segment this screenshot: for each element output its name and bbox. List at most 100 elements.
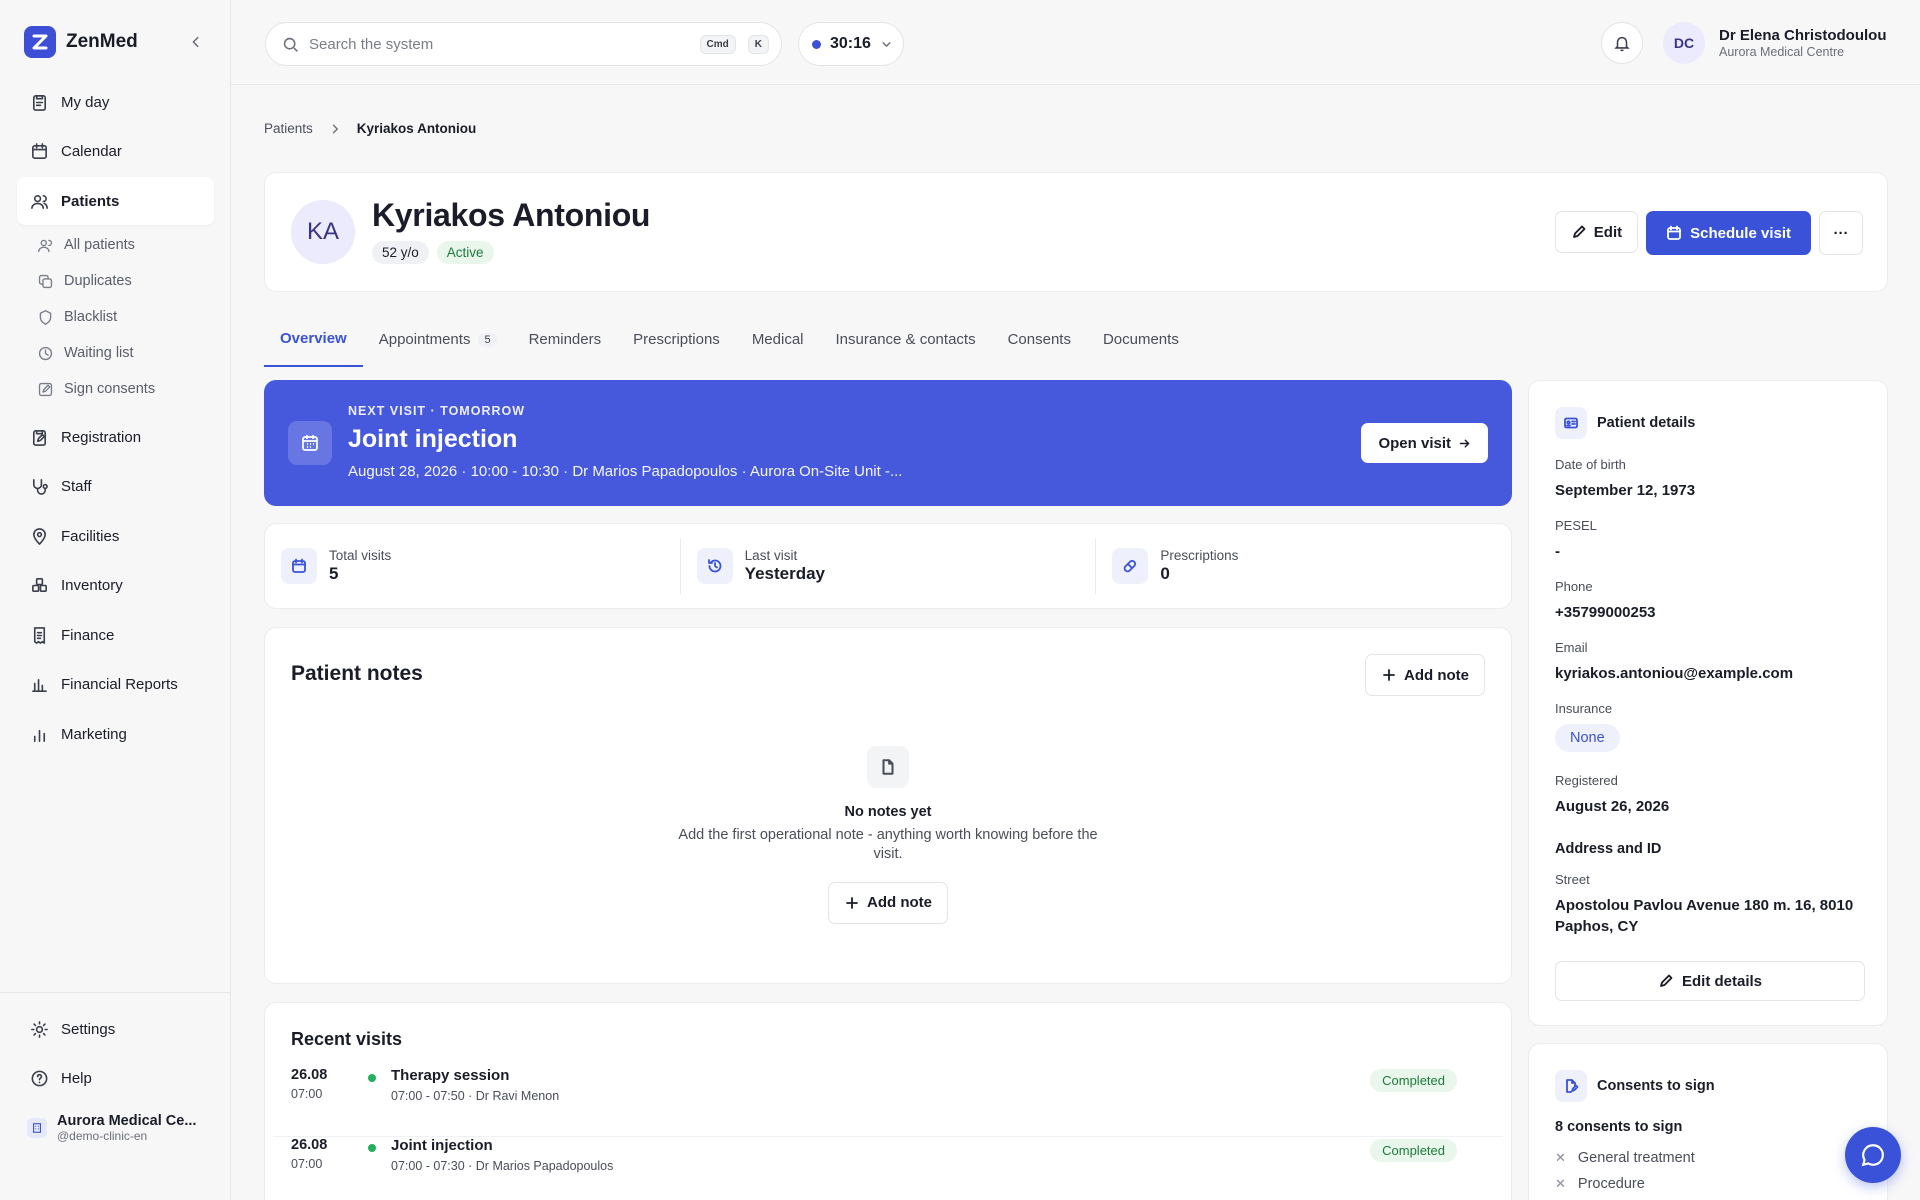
calendar-icon [288, 421, 332, 465]
stat-prescriptions: Prescriptions 0 [1096, 538, 1511, 594]
timer-status-dot [812, 39, 821, 49]
avatar: DC [1663, 22, 1705, 64]
subnav-label: Waiting list [64, 345, 134, 361]
visit-time: 07:00 [291, 1087, 323, 1101]
schedule-label: Schedule visit [1690, 224, 1791, 242]
timer-value: 30:16 [830, 35, 871, 52]
consent-item[interactable]: ✕ Procedure [1555, 1171, 1695, 1197]
session-timer[interactable]: 30:16 [798, 22, 904, 66]
global-search[interactable]: Search the system Cmd K [265, 22, 782, 66]
appointments-count-badge: 5 [478, 332, 497, 347]
nav-item-financial-reports[interactable]: Financial Reports [17, 661, 214, 709]
nav-item-patients[interactable]: Patients [17, 177, 214, 225]
field-label: Email [1555, 640, 1588, 655]
nav-item-calendar[interactable]: Calendar [17, 128, 214, 176]
plus-icon [1383, 669, 1395, 681]
nav-label: Marketing [61, 725, 127, 743]
stat-label: Prescriptions [1160, 548, 1239, 563]
edit-details-label: Edit details [1681, 972, 1763, 990]
edit-patient-button[interactable]: Edit [1554, 211, 1639, 253]
age-badge: 52 y/o [372, 241, 429, 264]
field-label: Registered [1555, 773, 1618, 788]
chat-bubble-icon [1861, 1144, 1884, 1167]
subnav-sign-consents[interactable]: Sign consents [17, 371, 214, 407]
tab-documents[interactable]: Documents [1087, 323, 1195, 367]
subnav-label: Duplicates [64, 273, 132, 289]
bell-icon [1614, 36, 1630, 52]
visit-row[interactable]: 26.08 07:00 Joint injection 07:00 - 07:3… [273, 1137, 1503, 1200]
shield-icon [39, 309, 52, 325]
stat-value: 0 [1160, 564, 1170, 583]
subnav-waiting-list[interactable]: Waiting list [17, 335, 214, 371]
subnav-all-patients[interactable]: All patients [17, 227, 214, 263]
nav-label: My day [61, 93, 110, 111]
nav-item-inventory[interactable]: Inventory [17, 562, 214, 610]
subnav-label: All patients [64, 237, 135, 253]
app-logo[interactable]: ZenMed [24, 26, 138, 58]
visit-row[interactable]: 26.08 07:00 Therapy session 07:00 - 07:5… [273, 1067, 1503, 1137]
schedule-visit-button[interactable]: Schedule visit [1646, 211, 1811, 255]
tab-label: Overview [280, 330, 347, 347]
patient-header: KA Kyriakos Antoniou 52 y/o Active Edit … [264, 172, 1888, 292]
tab-appointments[interactable]: Appointments 5 [363, 323, 513, 367]
notifications-button[interactable] [1601, 22, 1643, 64]
user-menu[interactable]: DC Dr Elena Christodoulou Aurora Medical… [1663, 22, 1887, 64]
boxes-icon [32, 578, 47, 593]
visit-meta: 07:00 - 07:30 · Dr Marios Papadopoulos [391, 1159, 614, 1173]
tab-insurance-contacts[interactable]: Insurance & contacts [820, 323, 992, 367]
nav-item-help[interactable]: Help [17, 1055, 214, 1103]
topbar: Search the system Cmd K 30:16 DC Dr Elen… [231, 0, 1920, 85]
subnav-label: Sign consents [64, 381, 156, 397]
nav-item-finance[interactable]: Finance [17, 611, 214, 659]
add-note-button[interactable]: Add note [1365, 654, 1485, 696]
patient-avatar: KA [291, 200, 355, 264]
patient-notes-card: Patient notes Add note No notes yet Add … [264, 627, 1512, 984]
tab-overview[interactable]: Overview [264, 323, 363, 367]
copy-icon [38, 274, 53, 288]
clipboard-icon [32, 94, 47, 111]
consent-label: Procedure [1577, 1176, 1645, 1192]
breadcrumb-patients-link[interactable]: Patients [264, 121, 313, 136]
history-icon [696, 548, 733, 584]
chat-button[interactable] [1845, 1127, 1901, 1183]
receipt-icon [33, 626, 46, 644]
tab-prescriptions[interactable]: Prescriptions [617, 323, 736, 367]
subnav-blacklist[interactable]: Blacklist [17, 299, 214, 335]
consent-item[interactable]: ✕ General treatment [1555, 1145, 1695, 1171]
field-pesel: PESEL - [1555, 518, 1865, 562]
card-title: Patient details [1597, 415, 1696, 431]
next-visit-meta: August 28, 2026 · 10:00 - 10:30 · Dr Mar… [348, 463, 903, 480]
nav-item-my-day[interactable]: My day [17, 78, 214, 126]
nav-item-staff[interactable]: Staff [17, 463, 214, 511]
collapse-sidebar-chevron-left-icon[interactable] [186, 32, 206, 52]
add-first-note-button[interactable]: Add note [828, 881, 948, 924]
chevron-down-icon [882, 41, 891, 47]
open-visit-button[interactable]: Open visit [1361, 423, 1488, 463]
tab-medical[interactable]: Medical [736, 323, 820, 367]
patient-tabs: Overview Appointments 5 Reminders Prescri… [264, 323, 1888, 367]
nav-item-facilities[interactable]: Facilities [17, 512, 214, 560]
shortcut-k-key: K [747, 34, 769, 54]
status-badge: Completed [1370, 1069, 1457, 1092]
more-actions-button[interactable]: ··· [1819, 211, 1863, 255]
nav-item-marketing[interactable]: Marketing [17, 710, 214, 758]
edit-label: Edit [1593, 223, 1623, 241]
shortcut-cmd-key: Cmd [699, 34, 736, 54]
edit-details-button[interactable]: Edit details [1555, 961, 1865, 1001]
tab-consents[interactable]: Consents [992, 323, 1087, 367]
patient-name: Kyriakos Antoniou [372, 197, 651, 233]
subnav-label: Blacklist [64, 309, 118, 325]
subnav-duplicates[interactable]: Duplicates [17, 263, 214, 299]
nav-label: Settings [61, 1020, 116, 1038]
nav-item-registration[interactable]: Registration [17, 413, 214, 461]
nav-item-settings[interactable]: Settings [17, 1005, 214, 1053]
clock-icon [38, 346, 53, 360]
nav-label: Staff [61, 478, 92, 495]
search-input[interactable]: Search the system [309, 36, 690, 53]
tab-reminders[interactable]: Reminders [513, 323, 618, 367]
field-label: PESEL [1555, 518, 1597, 533]
stat-label: Total visits [329, 548, 392, 563]
arrow-right-icon [1459, 439, 1470, 447]
clinic-switcher[interactable]: Aurora Medical Ce... @demo-clinic-en [17, 1113, 214, 1143]
clinic-name: Aurora Medical Ce... [57, 1112, 197, 1129]
